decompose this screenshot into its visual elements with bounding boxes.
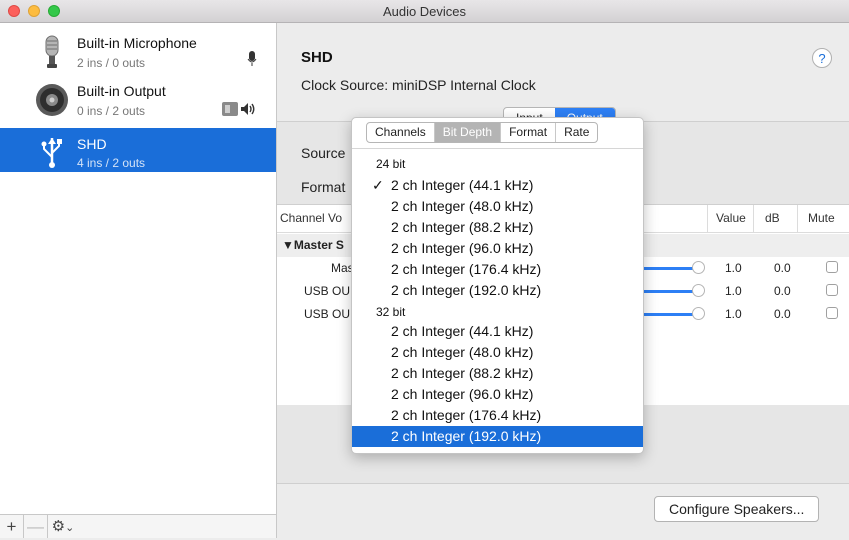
- format-label: Format: [301, 179, 346, 195]
- mute-checkbox[interactable]: [826, 261, 838, 273]
- device-io: 2 ins / 0 outs: [77, 56, 146, 70]
- db-cell: 0.0: [774, 307, 791, 321]
- column-header-mute: Mute: [797, 205, 849, 232]
- volume-slider-knob[interactable]: [692, 307, 705, 320]
- microphone-icon: [45, 35, 59, 68]
- mute-checkbox[interactable]: [826, 284, 838, 296]
- device-name: Built-in Output: [77, 83, 166, 99]
- menu-item[interactable]: 2 ch Integer (176.4 kHz): [352, 259, 643, 280]
- bottom-bar: Configure Speakers...: [277, 483, 849, 539]
- device-name: SHD: [77, 136, 107, 152]
- help-button[interactable]: ?: [812, 48, 832, 68]
- format-tab-bar: Channels Bit Depth Format Rate: [366, 122, 599, 143]
- tab-bit-depth[interactable]: Bit Depth: [434, 123, 502, 142]
- configure-speakers-button[interactable]: Configure Speakers...: [654, 496, 820, 522]
- menu-item[interactable]: 2 ch Integer (96.0 kHz): [352, 238, 643, 259]
- device-item-built-in-microphone[interactable]: Built-in Microphone 2 ins / 0 outs: [0, 29, 276, 73]
- menu-item-highlighted[interactable]: 2 ch Integer (192.0 kHz): [352, 426, 643, 447]
- menu-item[interactable]: 2 ch Integer (192.0 kHz): [352, 280, 643, 301]
- value-cell: 1.0: [725, 261, 742, 275]
- device-item-shd[interactable]: SHD 4 ins / 2 outs: [0, 128, 276, 172]
- title-bar: Audio Devices: [0, 0, 849, 23]
- volume-slider-knob[interactable]: [692, 284, 705, 297]
- sidebar-toolbar: + — ⚙⌄: [0, 514, 276, 538]
- db-cell: 0.0: [774, 284, 791, 298]
- menu-item[interactable]: 2 ch Integer (88.2 kHz): [352, 217, 643, 238]
- tab-format[interactable]: Format: [501, 123, 557, 142]
- tab-channels[interactable]: Channels: [367, 123, 435, 142]
- group-heading: 32 bit: [376, 305, 406, 319]
- row-label: USB OU: [304, 307, 351, 321]
- usb-icon: [41, 138, 62, 168]
- device-io: 0 ins / 2 outs: [77, 104, 146, 118]
- clock-source: Clock Source: miniDSP Internal Clock: [301, 77, 536, 93]
- row-label: USB OU: [304, 284, 351, 298]
- gear-menu-button[interactable]: ⚙⌄: [48, 515, 78, 538]
- mute-checkbox[interactable]: [826, 307, 838, 319]
- add-device-button[interactable]: +: [0, 515, 24, 538]
- volume-slider-knob[interactable]: [692, 261, 705, 274]
- tab-rate[interactable]: Rate: [556, 123, 597, 142]
- value-cell: 1.0: [725, 284, 742, 298]
- device-name: Built-in Microphone: [77, 35, 197, 51]
- source-label: Source: [301, 145, 346, 161]
- menu-item[interactable]: 2 ch Integer (44.1 kHz): [352, 321, 643, 342]
- device-io: 4 ins / 2 outs: [77, 156, 146, 170]
- column-header-db: dB: [753, 205, 797, 232]
- menu-item[interactable]: 2 ch Integer (48.0 kHz): [352, 196, 643, 217]
- device-title: SHD: [301, 49, 333, 66]
- menu-item[interactable]: 2 ch Integer (88.2 kHz): [352, 363, 643, 384]
- speaker-icon: [36, 84, 68, 116]
- column-header-value: Value: [707, 205, 753, 232]
- menu-item[interactable]: 2 ch Integer (176.4 kHz): [352, 405, 643, 426]
- device-item-built-in-output[interactable]: Built-in Output 0 ins / 2 outs: [0, 77, 276, 121]
- default-output-speaker-icon: [241, 103, 255, 115]
- default-input-mic-icon: [247, 51, 257, 66]
- window-title: Audio Devices: [382, 4, 467, 19]
- chevron-down-icon: ⌄: [65, 522, 75, 534]
- menu-item[interactable]: 2 ch Integer (96.0 kHz): [352, 384, 643, 405]
- row-label: ▼Master S: [282, 238, 344, 252]
- group-heading: 24 bit: [376, 157, 406, 171]
- db-cell: 0.0: [774, 261, 791, 275]
- column-header-channel: Channel Vo: [280, 211, 343, 225]
- finder-icon: [222, 102, 238, 116]
- divider: [352, 148, 643, 149]
- value-cell: 1.0: [725, 307, 742, 321]
- gear-icon: ⚙: [51, 518, 66, 535]
- remove-device-button[interactable]: —: [24, 515, 48, 538]
- device-list-sidebar: Built-in Microphone 2 ins / 0 outs Built…: [0, 23, 277, 538]
- format-popover-menu: Channels Bit Depth Format Rate 24 bit ✓ 2…: [351, 117, 644, 454]
- menu-item[interactable]: 2 ch Integer (48.0 kHz): [352, 342, 643, 363]
- checkmark-icon: ✓: [372, 177, 384, 193]
- audio-devices-window: Audio Devices Built-in Microphone 2 ins …: [0, 0, 849, 539]
- menu-item[interactable]: ✓ 2 ch Integer (44.1 kHz): [352, 175, 643, 196]
